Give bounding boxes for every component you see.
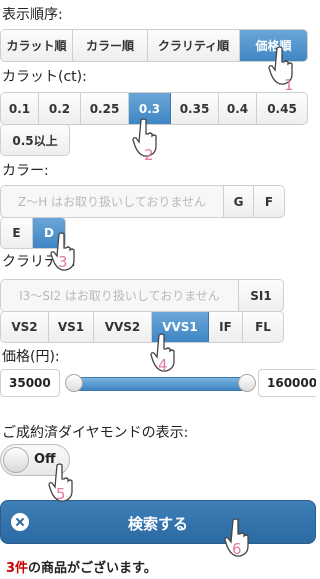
toggle-knob bbox=[3, 447, 29, 473]
sold-display-label: ご成約済ダイヤモンドの表示: bbox=[2, 425, 189, 441]
clarity-segmented-control-row2: VS2 VS1 VVS2 VVS1 IF FL bbox=[0, 311, 284, 343]
sort-label: 表示順序: bbox=[2, 7, 63, 23]
price-min-handle[interactable] bbox=[65, 374, 83, 392]
sort-option-color[interactable]: カラー順 bbox=[73, 30, 148, 61]
price-max-input[interactable]: 1600000 bbox=[258, 369, 316, 397]
clarity-option-vs1[interactable]: VS1 bbox=[49, 312, 94, 342]
hint-number-5: 5 bbox=[56, 485, 66, 503]
hint-number-3: 3 bbox=[58, 253, 68, 271]
clarity-option-vvs2[interactable]: VVS2 bbox=[94, 312, 152, 342]
color-segmented-control: Z〜H はお取り扱いしておりません G F bbox=[0, 185, 285, 218]
carat-option-0-4[interactable]: 0.4 bbox=[219, 93, 257, 124]
carat-option-0-25[interactable]: 0.25 bbox=[81, 93, 129, 124]
hint-number-1: 1 bbox=[284, 76, 294, 94]
price-label: 価格(円): bbox=[2, 349, 60, 365]
color-label: カラー: bbox=[2, 163, 49, 179]
carat-option-0-2[interactable]: 0.2 bbox=[39, 93, 81, 124]
clarity-option-si1[interactable]: SI1 bbox=[239, 280, 283, 311]
clarity-option-if[interactable]: IF bbox=[209, 312, 243, 342]
price-min-input[interactable]: 35000 bbox=[0, 369, 60, 397]
sort-option-carat[interactable]: カラット順 bbox=[1, 30, 73, 61]
price-max-handle[interactable] bbox=[238, 374, 256, 392]
clarity-option-fl[interactable]: FL bbox=[243, 312, 283, 342]
carat-option-0-45[interactable]: 0.45 bbox=[257, 93, 307, 124]
hint-number-6: 6 bbox=[232, 540, 242, 558]
carat-option-0-35[interactable]: 0.35 bbox=[171, 93, 219, 124]
color-option-f[interactable]: F bbox=[254, 186, 284, 217]
color-option-e[interactable]: E bbox=[1, 218, 33, 248]
hint-number-2: 2 bbox=[144, 146, 154, 164]
carat-option-0-5-plus[interactable]: 0.5以上 bbox=[1, 125, 69, 155]
carat-segmented-control-row2: 0.5以上 bbox=[0, 124, 70, 156]
color-unavailable-range: Z〜H はお取り扱いしておりません bbox=[1, 186, 224, 217]
search-button[interactable]: 検索する bbox=[0, 500, 316, 544]
color-option-g[interactable]: G bbox=[224, 186, 254, 217]
result-summary: 3件の商品がございます。 bbox=[6, 557, 157, 576]
price-range-track[interactable] bbox=[68, 377, 254, 391]
clarity-option-vs2[interactable]: VS2 bbox=[1, 312, 49, 342]
clarity-segmented-control: I3〜SI2 はお取り扱いしておりません SI1 bbox=[0, 279, 284, 312]
hint-number-4: 4 bbox=[158, 356, 168, 374]
sort-segmented-control: カラット順 カラー順 クラリティ順 価格順 bbox=[0, 29, 308, 62]
carat-option-0-1[interactable]: 0.1 bbox=[1, 93, 39, 124]
result-count: 3件 bbox=[6, 561, 29, 576]
clarity-unavailable-range: I3〜SI2 はお取り扱いしておりません bbox=[1, 280, 239, 311]
sort-option-clarity[interactable]: クラリティ順 bbox=[148, 30, 240, 61]
carat-label: カラット(ct): bbox=[2, 69, 87, 85]
search-button-label: 検索する bbox=[127, 515, 188, 533]
result-suffix: の商品がございます。 bbox=[28, 561, 157, 576]
